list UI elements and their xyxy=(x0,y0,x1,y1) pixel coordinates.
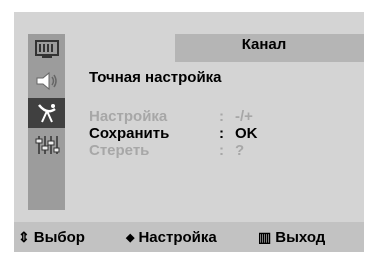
setting-label: Настройка xyxy=(89,108,168,125)
setting-value: ? xyxy=(235,142,245,159)
left-right-arrows-icon: ◆ xyxy=(126,231,135,244)
setup-sliders-icon[interactable] xyxy=(28,130,65,160)
help-adjust: ◆ Настройка xyxy=(126,222,217,252)
setting-colon: : xyxy=(219,108,224,125)
osd-menu-panel: Канал Точная настройка Настройка : -/+ С… xyxy=(14,12,364,252)
menu-title: Канал xyxy=(241,36,287,53)
setting-label: Стереть xyxy=(89,142,150,159)
menu-sidebar xyxy=(28,34,65,210)
help-exit-label: Выход xyxy=(275,228,326,246)
setting-value: -/+ xyxy=(235,108,253,125)
up-down-arrows-icon: ⇕ xyxy=(18,228,30,245)
channel-antenna-icon[interactable] xyxy=(28,98,65,128)
submenu-title: Точная настройка xyxy=(89,69,222,86)
setting-colon: : xyxy=(219,125,224,142)
help-move: ⇕ Выбор xyxy=(18,222,85,252)
help-move-label: Выбор xyxy=(33,228,85,246)
help-bar: ⇕ Выбор ◆ Настройка ▥ Выход xyxy=(14,222,364,252)
setting-value: OK xyxy=(235,125,258,142)
sound-icon[interactable] xyxy=(28,66,65,96)
help-adjust-label: Настройка xyxy=(138,228,217,246)
setting-label: Сохранить xyxy=(89,125,170,142)
help-exit: ▥ Выход xyxy=(258,222,325,252)
picture-icon[interactable] xyxy=(28,34,65,64)
setting-colon: : xyxy=(219,142,224,159)
menu-exit-icon: ▥ xyxy=(258,228,272,245)
